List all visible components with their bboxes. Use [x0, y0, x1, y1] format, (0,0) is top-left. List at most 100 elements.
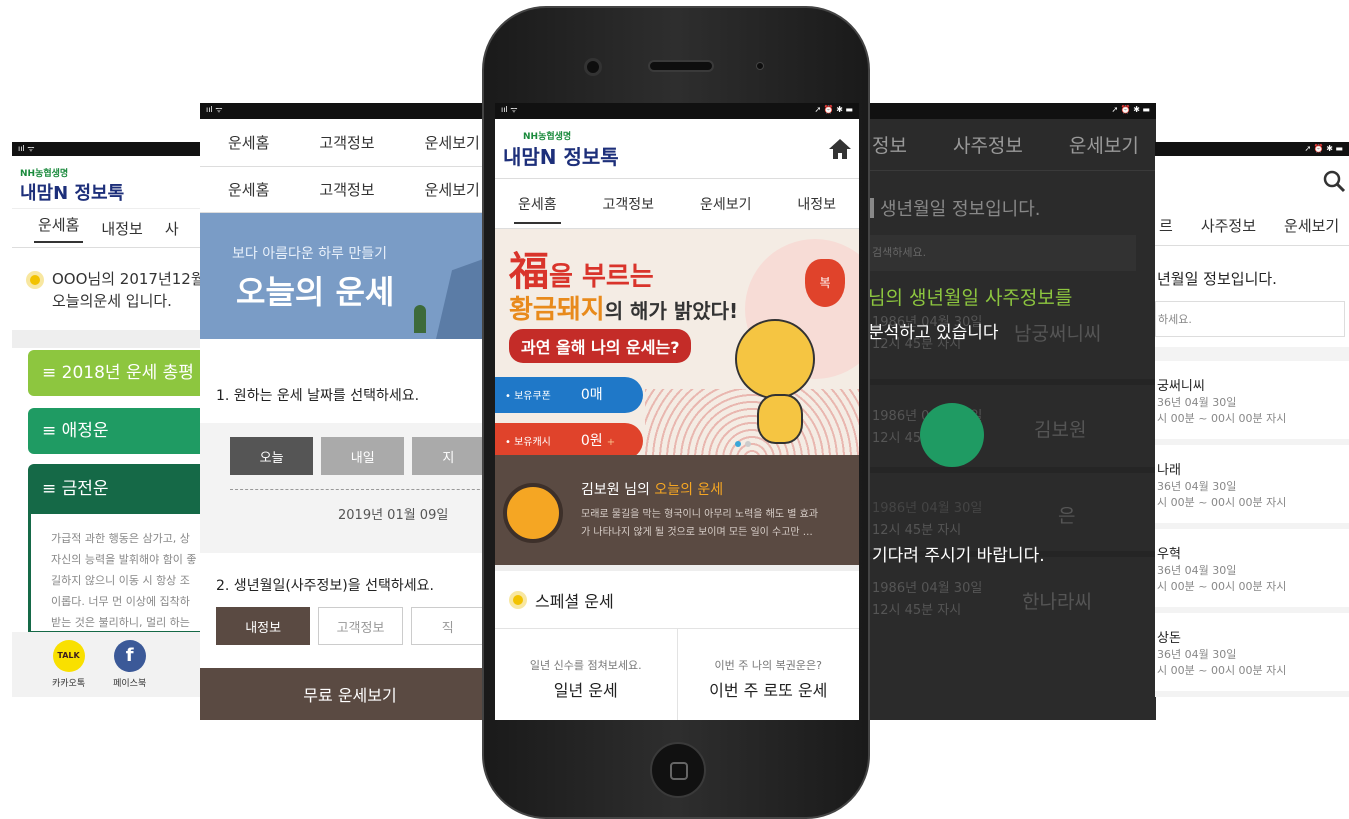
my-info-button[interactable]: 내정보	[216, 607, 311, 645]
row-time: 시 00분 ~ 00시 00분 자시	[1157, 496, 1287, 509]
list-item[interactable]: 궁써니씨 36년 04월 30일 시 00분 ~ 00시 00분 자시	[1155, 361, 1349, 439]
share-facebook[interactable]: f 페이스북	[113, 640, 146, 697]
list-item[interactable]: 상돈 36년 04월 30일 시 00분 ~ 00시 00분 자시	[1155, 613, 1349, 691]
card-title: 이번 주 로또 운세	[709, 681, 828, 700]
coupon-pill[interactable]: • 보유쿠폰 0매	[495, 377, 643, 413]
tab-home[interactable]: 운세홈	[513, 194, 561, 224]
status-bar: ııl ᯤ ➚ ⏰ ✱ ▬	[495, 103, 859, 119]
pig-body	[757, 394, 803, 444]
status-bar: ııl ᯤ	[200, 103, 500, 119]
date-today-button[interactable]: 오늘	[230, 437, 314, 475]
fortune-text: 모래로 물길을 막는 형국이니 아무리 노력을 해도 별 효과	[581, 509, 819, 520]
new-year-banner: 福을 부르는 황금돼지의 해가 밝았다! 과연 올해 나의 운세는? 복 • 보…	[495, 229, 859, 455]
divider	[230, 489, 500, 490]
tab-saju[interactable]: 사주정보	[953, 131, 1023, 158]
pig-illustration	[735, 319, 815, 399]
today-fortune-card[interactable]: 김보원 님의 오늘의 운세 모래로 물길을 막는 형국이니 아무리 노력을 해도…	[495, 455, 859, 565]
bullet-icon	[26, 271, 44, 289]
menu-label: 애정운	[61, 421, 109, 441]
status-bar: ➚ ⏰ ✱ ▬	[858, 103, 1156, 119]
home-button-icon[interactable]	[650, 742, 706, 798]
yearly-fortune-card[interactable]: 일년 신수를 점쳐보세요. 일년 운세	[495, 629, 678, 720]
list-item[interactable]: 1986년 04월 30일 12시 45분 자시 한나라씨	[858, 557, 1156, 641]
cash-value: 0원	[580, 433, 603, 449]
app-logo[interactable]: 내맘N 정보톡	[503, 141, 619, 170]
coupon-label: 보유쿠폰	[514, 391, 551, 402]
tab-customer[interactable]: 고객정보	[599, 194, 659, 214]
app-header: NH농협생명 내맘N 정보톡	[495, 119, 859, 179]
saju-list: 1986년 04월 30일 12시 45분 자시 남궁써니씨 1986년 04월…	[858, 301, 1156, 641]
search-icon[interactable]	[1323, 170, 1347, 194]
home-icon[interactable]	[829, 139, 851, 159]
selected-date[interactable]: 2019년 01월 09일	[338, 504, 500, 523]
row-name: 한나라씨	[1022, 591, 1092, 613]
tab-customer[interactable]: 고객정보	[315, 132, 378, 153]
facebook-icon: f	[113, 640, 146, 672]
search-field[interactable]: 하세요.	[1155, 301, 1345, 337]
share-bar: TALK 카카오톡 f 페이스북	[12, 632, 202, 697]
card-title: 일년 운세	[553, 681, 618, 700]
row-name: 나래	[1157, 463, 1181, 478]
tree-illustration	[414, 305, 426, 333]
tab-fortune[interactable]: 운세보기	[1069, 131, 1139, 158]
header-line: 생년월일 정보입니다.	[858, 171, 1156, 221]
tab-my-info[interactable]: 내정보	[97, 218, 146, 239]
today-banner: 보다 아름다운 하루 만들기 오늘의 운세	[200, 213, 500, 339]
row-name: 은	[1058, 505, 1076, 527]
share-kakao[interactable]: TALK 카카오톡	[52, 640, 85, 697]
speaker-icon	[648, 60, 714, 72]
row-time: 12시 45분 자시	[872, 603, 962, 618]
step1-label: 1. 원하는 운세 날짜를 선택하세요.	[216, 388, 420, 404]
row-time: 시 00분 ~ 00시 00분 자시	[1157, 664, 1287, 677]
phone-screen-center: ııl ᯤ ➚ ⏰ ✱ ▬ NH농협생명 내맘N 정보톡 운세홈 고객정보 운세보…	[495, 103, 859, 720]
tab-bar: 운세홈 내정보 사	[12, 208, 202, 248]
list-item[interactable]: 1986년 04월 30일 12시 45분 자시 김보원	[858, 385, 1156, 473]
step2-label: 2. 생년월일(사주정보)을 선택하세요.	[216, 578, 434, 594]
tab-my-info[interactable]: 내정보	[793, 194, 840, 214]
cash-pill[interactable]: • 보유캐시 0원 +	[495, 423, 643, 455]
loading-spinner	[920, 403, 984, 467]
tab-home[interactable]: 운세홈	[34, 214, 84, 243]
tab-customer[interactable]: 고객정보	[315, 179, 378, 200]
status-bar: ııl ᯤ	[12, 142, 202, 156]
row-date: 36년 04월 30일	[1157, 648, 1237, 661]
tab-fortune[interactable]: 운세보기	[421, 132, 484, 153]
list-item[interactable]: 나래 36년 04월 30일 시 00분 ~ 00시 00분 자시	[1155, 445, 1349, 523]
greeting-line: 오늘의운세 입니다.	[52, 292, 172, 310]
coupon-value: 0매	[580, 387, 603, 403]
list-item[interactable]: 우혁 36년 04월 30일 시 00분 ~ 00시 00분 자시	[1155, 529, 1349, 607]
tab-home[interactable]: 운세홈	[224, 179, 273, 200]
lucky-bag-icon: 복	[805, 259, 845, 307]
tab-fortune[interactable]: 운세보기	[696, 194, 756, 214]
menu-love[interactable]: ≡ 애정운	[28, 408, 202, 454]
tab-saju[interactable]: 사주정보	[1197, 215, 1260, 236]
tab-bar: 운세홈 고객정보 운세보기	[200, 119, 500, 167]
fortune-text: 가 나타나지 않게 될 것으로 보이며 모든 일이 수고만 …	[581, 527, 813, 538]
deco-arcs	[645, 389, 859, 455]
phone-screen-fourth: ➚ ⏰ ✱ ▬ 정보 사주정보 운세보기 생년월일 정보입니다. 검색하세요. …	[858, 103, 1156, 720]
cash-label: 보유캐시	[514, 437, 551, 448]
banner-title: 오늘의 운세	[236, 273, 395, 311]
share-label: 페이스북	[113, 679, 147, 689]
menu-total[interactable]: ≡ 2018년 운세 총평	[28, 350, 202, 396]
menu-money[interactable]: ≡ 금전운	[28, 464, 202, 514]
text-line: 길하지 않으니 이동 시 항상 조	[51, 574, 190, 587]
tab-info[interactable]: 정보	[872, 131, 907, 158]
tab-fortune[interactable]: 운세보기	[1280, 215, 1343, 236]
header-line: 년월일 정보입니다.	[1157, 270, 1277, 288]
search-field[interactable]: 검색하세요.	[866, 235, 1136, 271]
banner-subtitle: 보다 아름다운 하루 만들기	[232, 246, 388, 262]
tab-partial[interactable]: 르	[1155, 215, 1177, 236]
date-tomorrow-button[interactable]: 내일	[321, 437, 405, 475]
date-panel: 오늘 내일 지 2019년 01월 09일	[200, 423, 500, 553]
free-fortune-button[interactable]: 무료 운세보기	[200, 668, 500, 720]
tab-more[interactable]: 사	[161, 218, 183, 239]
tab-home[interactable]: 운세홈	[224, 132, 273, 153]
carousel-dots[interactable]	[735, 441, 751, 447]
customer-info-button[interactable]: 고객정보	[318, 607, 403, 645]
row-date: 1986년 04월 30일	[872, 501, 983, 516]
lotto-fortune-card[interactable]: 이번 주 나의 복권운은? 이번 주 로또 운세	[678, 629, 860, 720]
row-date: 36년 04월 30일	[1157, 564, 1237, 577]
text-line: 받는 것은 불리하니, 멀리 하는	[51, 616, 190, 629]
tab-fortune[interactable]: 운세보기	[421, 179, 484, 200]
